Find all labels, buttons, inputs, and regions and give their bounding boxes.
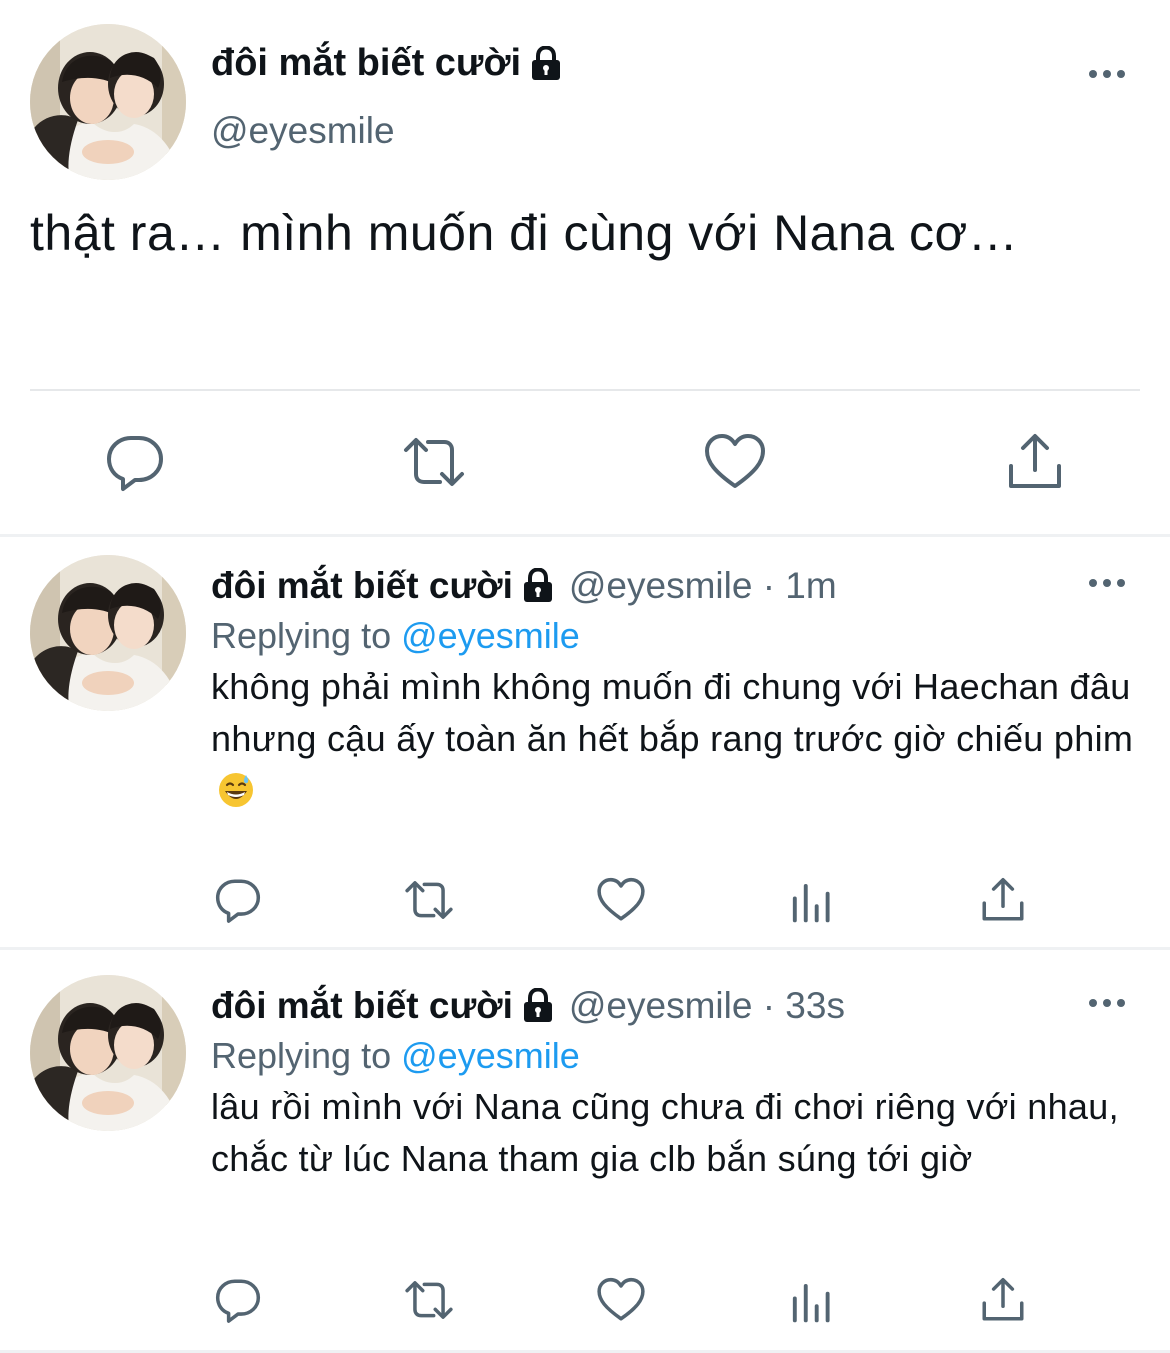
share-icon[interactable] (1003, 430, 1067, 494)
main-tweet: đôi mắt biết cười @eyesmile thật ra… mìn… (0, 0, 1170, 535)
tweet-text: không phải mình không muốn đi chung với … (211, 661, 1141, 817)
lock-icon (521, 567, 555, 604)
reply-tweet[interactable]: đôi mắt biết cười @eyesmile · 1m Replyin… (0, 537, 1170, 947)
thread-view: đôi mắt biết cười @eyesmile thật ra… mìn… (0, 0, 1170, 1353)
display-name-row[interactable]: đôi mắt biết cười (211, 42, 563, 85)
like-icon[interactable] (703, 430, 767, 494)
lock-icon (529, 44, 563, 82)
handle[interactable]: @eyesmile (211, 110, 395, 152)
replying-prefix: Replying to (211, 1035, 392, 1076)
avatar[interactable] (30, 24, 186, 180)
reply-icon[interactable] (213, 875, 263, 925)
reply-header: đôi mắt biết cười @eyesmile · 33s (211, 985, 845, 1027)
more-icon[interactable] (1087, 997, 1127, 1009)
handle-timestamp: @eyesmile · 33s (568, 985, 845, 1026)
replying-prefix: Replying to (211, 615, 392, 656)
lock-icon (521, 987, 555, 1024)
retweet-icon[interactable] (404, 875, 454, 925)
divider (30, 389, 1140, 391)
like-icon[interactable] (596, 1275, 646, 1325)
display-name[interactable]: đôi mắt biết cười (211, 985, 513, 1027)
reply-icon[interactable] (213, 1275, 263, 1325)
analytics-icon[interactable] (787, 875, 837, 925)
retweet-icon[interactable] (402, 430, 466, 494)
handle-timestamp: @eyesmile · 1m (568, 565, 837, 606)
replying-to: Replying to @eyesmile (211, 615, 580, 657)
analytics-icon[interactable] (787, 1275, 837, 1325)
tweet-text: lâu rồi mình với Nana cũng chưa đi chơi … (211, 1086, 1119, 1179)
like-icon[interactable] (596, 875, 646, 925)
separator (0, 947, 1170, 950)
replying-mention[interactable]: @eyesmile (401, 615, 580, 656)
display-name[interactable]: đôi mắt biết cười (211, 565, 513, 607)
share-icon[interactable] (978, 875, 1028, 925)
more-icon[interactable] (1087, 68, 1127, 80)
reply-tweet[interactable]: đôi mắt biết cười @eyesmile · 33s Replyi… (0, 957, 1170, 1353)
tweet-text: thật ra… mình muốn đi cùng với Nana cơ… (30, 205, 1019, 261)
reply-header: đôi mắt biết cười @eyesmile · 1m (211, 565, 837, 607)
tweet-text-body: không phải mình không muốn đi chung với … (211, 666, 1134, 759)
replying-mention[interactable]: @eyesmile (401, 1035, 580, 1076)
grinning-face-with-sweat-emoji (217, 771, 255, 809)
avatar[interactable] (30, 975, 186, 1131)
reply-icon[interactable] (103, 430, 167, 494)
display-name: đôi mắt biết cười (211, 42, 522, 84)
replying-to: Replying to @eyesmile (211, 1035, 580, 1077)
share-icon[interactable] (978, 1275, 1028, 1325)
avatar[interactable] (30, 555, 186, 711)
more-icon[interactable] (1087, 577, 1127, 589)
retweet-icon[interactable] (404, 1275, 454, 1325)
